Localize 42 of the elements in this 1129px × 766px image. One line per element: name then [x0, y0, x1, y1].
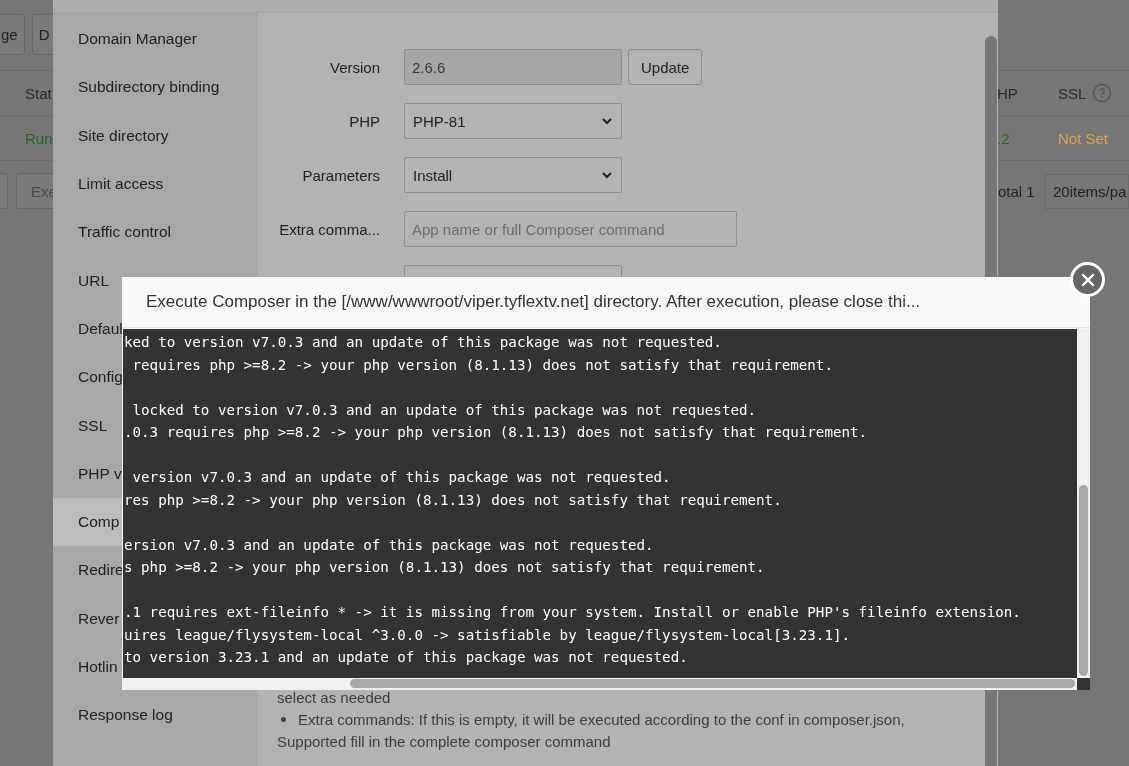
- page-size-select[interactable]: 20items/pa: [1044, 173, 1129, 209]
- bullet-icon: [281, 717, 286, 722]
- input-field[interactable]: App name or full Composer command: [404, 211, 737, 247]
- scrollbar-thumb[interactable]: [350, 679, 1075, 688]
- console-line: s php >=8.2 -> your php version (8.1.13) does not satisfy that requirement.: [124, 558, 766, 577]
- console-line: .0.3 requires php >=8.2 -> your php version (8.1.13) does not satisfy that requirement.: [124, 423, 869, 442]
- field-label: Extra comma...: [278, 220, 380, 238]
- console-line: res php >=8.2 -> your php version (8.1.13) does not satisfy that requirement.: [124, 490, 783, 510]
- console-line: uires league/flysystem-local ^3.0.0 -> satisfiable by league/flysystem-local[3.23.1].: [124, 625, 852, 645]
- table-cell-text: .2: [997, 129, 1011, 147]
- field-label: Version: [328, 58, 380, 76]
- field-label: PHP: [348, 112, 380, 130]
- console-line: locked to version v7.0.3 and an update of this package was not requested.: [131, 400, 758, 420]
- help-text: Supported fill in the complete composer command: [277, 733, 612, 750]
- column-header: HP: [997, 83, 1019, 103]
- console-line: to version 3.23.1 and an update of this package was not requested.: [124, 648, 689, 667]
- close-icon: [1079, 271, 1096, 288]
- help-text: Extra commands: If this is empty, it will be executed according to the conf in composer.json,: [298, 711, 905, 728]
- column-header: SSL: [1058, 83, 1129, 103]
- field-label: Parameters: [301, 166, 380, 184]
- sidebar-item[interactable]: Site directory: [53, 111, 258, 160]
- console-line: .1 requires ext-fileinfo * -> it is missing from your system. Install or enable PHP's fileinfo extension.: [124, 603, 1022, 622]
- total-count: otal 1: [998, 182, 1036, 200]
- chevron-down-icon: [601, 115, 613, 127]
- select-field[interactable]: PHP-81: [404, 103, 622, 139]
- select-field[interactable]: Install: [404, 157, 622, 193]
- console-line: ersion v7.0.3 and an update of this package was not requested.: [124, 535, 655, 555]
- console-line: version v7.0.3 and an update of this package was not requested.: [131, 468, 672, 487]
- console-line: ked to version v7.0.3 and an update of this package was not requested.: [124, 333, 723, 352]
- table-cell-text: Not Set: [1058, 129, 1110, 147]
- status-cell-text: Run: [24, 129, 53, 147]
- chevron-down-icon: [601, 169, 613, 181]
- close-button[interactable]: [1070, 262, 1105, 297]
- scrollbar-thumb[interactable]: [1079, 485, 1088, 676]
- help-icon[interactable]: [1092, 83, 1113, 103]
- sidebar-item[interactable]: Traffic control: [53, 208, 258, 257]
- console-line: requires php >=8.2 -> your php version (8.1.13) does not satisfy that requirement.: [131, 355, 834, 375]
- toolbar-button[interactable]: ge: [0, 14, 25, 55]
- help-text: select as needed: [277, 689, 392, 706]
- sidebar-item[interactable]: Subdirectory binding: [53, 63, 258, 112]
- column-header: Stat: [24, 84, 52, 102]
- sidebar-item[interactable]: Response log: [53, 691, 258, 740]
